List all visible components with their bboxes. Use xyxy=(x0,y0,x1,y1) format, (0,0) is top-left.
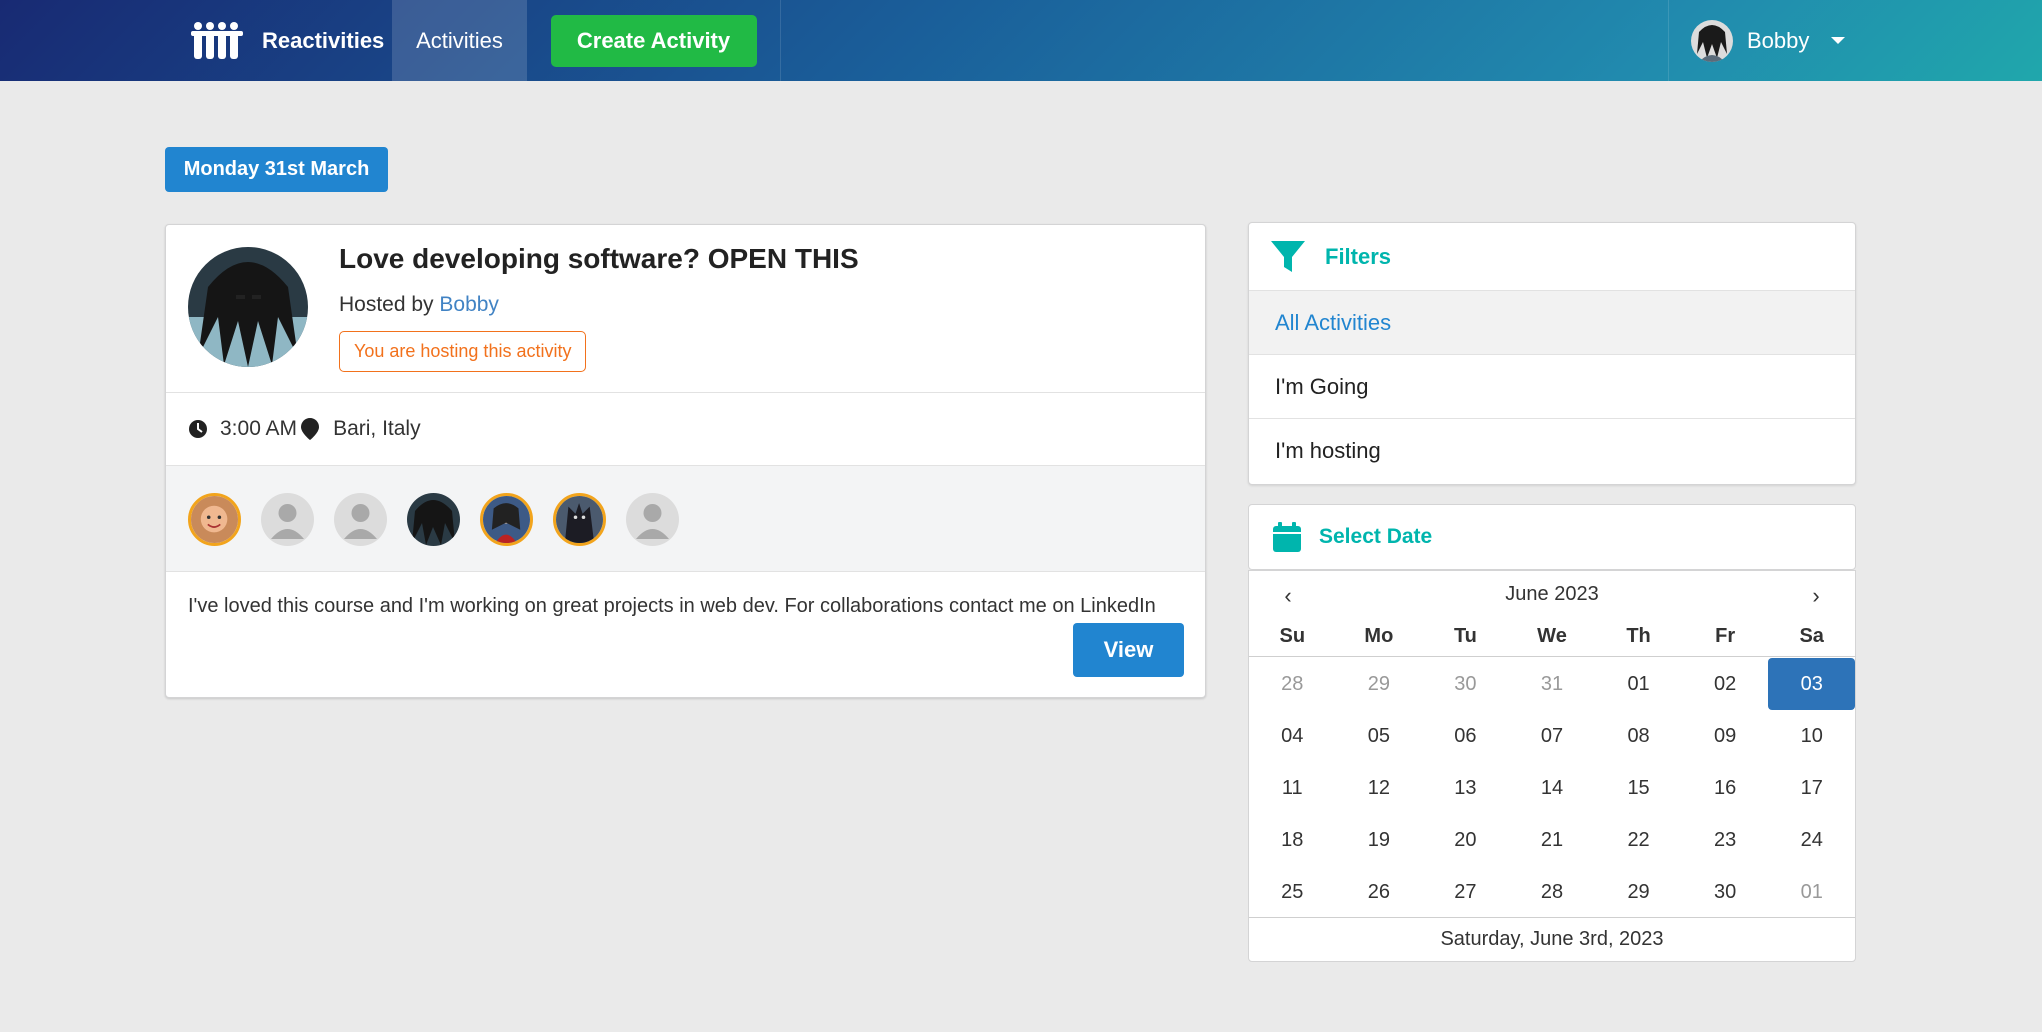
attendee-avatar[interactable] xyxy=(626,493,679,546)
brand-link[interactable]: Reactivities xyxy=(170,0,392,81)
selected-date-label: Saturday, June 3rd, 2023 xyxy=(1249,917,1855,961)
weekday: Th xyxy=(1626,625,1651,647)
calendar-day[interactable]: 01 xyxy=(1768,866,1855,918)
filters-title: Filters xyxy=(1325,243,1392,269)
weekday: Mo xyxy=(1364,625,1394,647)
activity-venue: Bari, Italy xyxy=(333,417,421,440)
calendar-day[interactable]: 25 xyxy=(1249,866,1336,918)
calendar-day[interactable]: 21 xyxy=(1509,814,1596,866)
calendar-day[interactable]: 01 xyxy=(1595,658,1682,710)
attendee-avatar[interactable] xyxy=(188,493,241,546)
calendar-month: June 2023 xyxy=(1505,583,1599,605)
calendar-day[interactable]: 27 xyxy=(1422,866,1509,918)
hosting-badge: You are hosting this activity xyxy=(339,331,587,372)
calendar-day[interactable]: 05 xyxy=(1336,710,1423,762)
calendar-day[interactable]: 13 xyxy=(1422,762,1509,814)
calendar-navigation: ‹ June 2023 › xyxy=(1249,571,1855,621)
activity-card-header: Love developing software? OPEN THIS Host… xyxy=(166,225,1205,393)
nav-create-wrapper: Create Activity xyxy=(527,0,781,81)
nav-activities[interactable]: Activities xyxy=(392,0,527,81)
calendar-weekdays: Su Mo Tu We Th Fr Sa xyxy=(1249,625,1855,657)
calendar-days: 28 29 30 31 01 02 03 04 05 06 07 08 09 1… xyxy=(1249,658,1855,918)
calendar-day[interactable]: 12 xyxy=(1336,762,1423,814)
attendee-avatar[interactable] xyxy=(334,493,387,546)
select-date-header: Select Date xyxy=(1248,504,1856,570)
calendar-day[interactable]: 30 xyxy=(1682,866,1769,918)
calendar-icon xyxy=(1273,522,1301,552)
map-marker-icon xyxy=(301,418,320,440)
calendar-day[interactable]: 26 xyxy=(1336,866,1423,918)
activity-time: 3:00 AM xyxy=(220,417,298,440)
filters-menu: Filters All Activities I'm Going I'm hos… xyxy=(1248,222,1856,485)
user-name: Bobby xyxy=(1747,27,1810,53)
weekday: Tu xyxy=(1453,625,1477,647)
calendar-day[interactable]: 22 xyxy=(1595,814,1682,866)
attendee-avatar[interactable] xyxy=(261,493,314,546)
calendar-day[interactable]: 24 xyxy=(1768,814,1855,866)
attendee-avatar[interactable] xyxy=(480,493,533,546)
calendar-day[interactable]: 31 xyxy=(1509,658,1596,710)
date-picker: ‹ June 2023 › Su Mo Tu We Th Fr Sa 28 29… xyxy=(1248,570,1856,962)
calendar-day[interactable]: 16 xyxy=(1682,762,1769,814)
attendee-list xyxy=(166,466,1205,572)
calendar-day[interactable]: 18 xyxy=(1249,814,1336,866)
select-date-title: Select Date xyxy=(1319,525,1433,548)
calendar-day-selected[interactable]: 03 xyxy=(1768,658,1855,710)
chevron-down-icon xyxy=(1831,37,1846,44)
activity-card: Love developing software? OPEN THIS Host… xyxy=(165,224,1206,698)
calendar-day[interactable]: 28 xyxy=(1509,866,1596,918)
host-link[interactable]: Bobby xyxy=(439,293,499,316)
calendar-day[interactable]: 10 xyxy=(1768,710,1855,762)
weekday: We xyxy=(1537,625,1567,647)
chevron-right-icon[interactable]: › xyxy=(1801,581,1831,611)
clock-icon xyxy=(189,420,207,438)
calendar-day[interactable]: 08 xyxy=(1595,710,1682,762)
calendar-day[interactable]: 23 xyxy=(1682,814,1769,866)
hosted-by: Hosted by Bobby xyxy=(339,293,499,317)
view-button[interactable]: View xyxy=(1073,623,1184,677)
hosted-by-label: Hosted by xyxy=(339,293,440,316)
user-menu[interactable]: Bobby xyxy=(1668,0,1868,81)
filter-all-activities[interactable]: All Activities xyxy=(1249,291,1855,355)
calendar-day[interactable]: 06 xyxy=(1422,710,1509,762)
filter-im-hosting[interactable]: I'm hosting xyxy=(1249,419,1855,483)
attendee-avatar[interactable] xyxy=(407,493,460,546)
navbar: Reactivities Activities Create Activity … xyxy=(0,0,2042,81)
calendar-day[interactable]: 14 xyxy=(1509,762,1596,814)
activity-meta: 3:00 AM Bari, Italy xyxy=(166,393,1205,466)
calendar-day[interactable]: 07 xyxy=(1509,710,1596,762)
weekday: Fr xyxy=(1715,625,1736,647)
brand-label: Reactivities xyxy=(262,27,385,53)
date-group-label: Monday 31st March xyxy=(165,147,388,192)
attendee-avatar[interactable] xyxy=(553,493,606,546)
calendar-day[interactable]: 15 xyxy=(1595,762,1682,814)
activity-title[interactable]: Love developing software? OPEN THIS xyxy=(339,243,859,275)
calendar-day[interactable]: 09 xyxy=(1682,710,1769,762)
calendar-day[interactable]: 17 xyxy=(1768,762,1855,814)
calendar-day[interactable]: 19 xyxy=(1336,814,1423,866)
calendar-day[interactable]: 29 xyxy=(1595,866,1682,918)
create-activity-button[interactable]: Create Activity xyxy=(550,14,757,67)
calendar-day[interactable]: 30 xyxy=(1422,658,1509,710)
calendar-day[interactable]: 02 xyxy=(1682,658,1769,710)
filters-header: Filters xyxy=(1249,223,1855,291)
activity-description: I've loved this course and I'm working o… xyxy=(188,595,1156,617)
filter-im-going[interactable]: I'm Going xyxy=(1249,355,1855,419)
filter-icon xyxy=(1271,240,1305,272)
calendar-day[interactable]: 20 xyxy=(1422,814,1509,866)
host-avatar[interactable] xyxy=(188,247,308,367)
calendar-day[interactable]: 04 xyxy=(1249,710,1336,762)
logo-icon xyxy=(191,21,243,59)
weekday: Sa xyxy=(1799,625,1824,647)
user-avatar xyxy=(1691,19,1733,62)
weekday: Su xyxy=(1279,625,1306,647)
calendar-day[interactable]: 28 xyxy=(1249,658,1336,710)
calendar-day[interactable]: 29 xyxy=(1336,658,1423,710)
calendar-day[interactable]: 11 xyxy=(1249,762,1336,814)
